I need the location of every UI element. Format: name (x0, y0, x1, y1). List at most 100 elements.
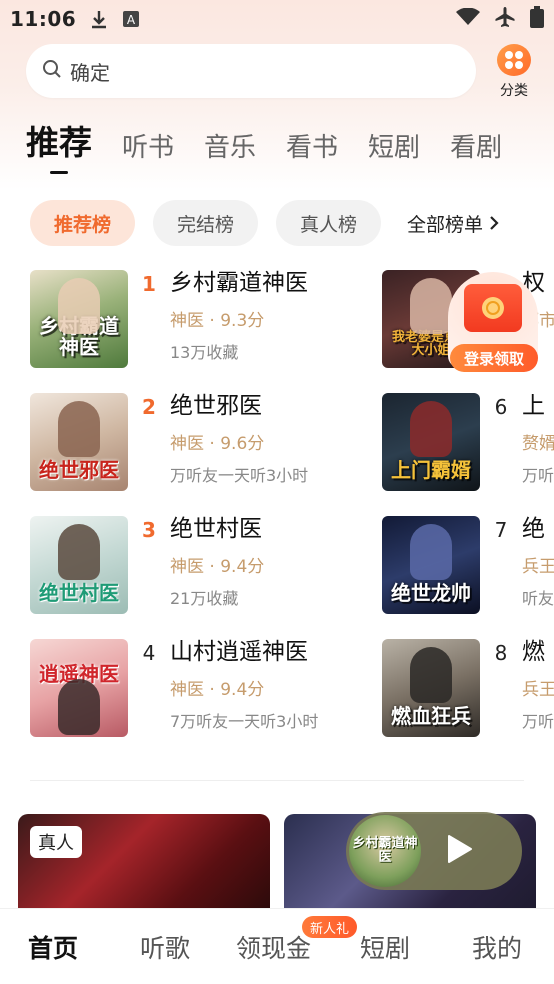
all-rankings-link[interactable]: 全部榜单 (407, 210, 499, 237)
book-meta: 神医 · 9.4分 (170, 556, 265, 577)
now-playing-cover-text: 乡村霸道神医 (352, 836, 418, 865)
cover-title-art: 绝世村医 (39, 581, 119, 605)
status-bar: 11:06 A (0, 0, 554, 38)
book-score: 9.4分 (220, 556, 265, 577)
section-divider (30, 780, 524, 781)
cover-figure (410, 278, 452, 334)
book-title: 绝世村医 (170, 516, 262, 542)
book-title: 山村逍遥神医 (170, 639, 308, 665)
book-cover: 上门霸婿 (382, 393, 480, 491)
category-label: 分类 (500, 83, 528, 99)
book-meta: 神医 · 9.4分 (170, 679, 265, 700)
book-cover: 逍遥神医 (30, 639, 128, 737)
chip-real-voice-rank[interactable]: 真人榜 (276, 200, 382, 246)
rank-number: 1 (142, 272, 156, 296)
search-placeholder: 确定 (70, 60, 110, 85)
bottom-nav: 首页 听歌 领现金 短剧 我的 (0, 908, 554, 984)
book-meta: 神医 · 9.6分 (170, 433, 265, 454)
red-envelope-icon (464, 284, 522, 332)
book-genre: 兵王 (522, 556, 554, 577)
book-item[interactable]: 逍遥神医 4 山村逍遥神医 神医 · 9.4分 7万听友一天听3小时 (30, 639, 370, 739)
book-score: 9.4分 (220, 679, 265, 700)
book-genre: 神医 (170, 310, 204, 331)
book-score: 9.6分 (220, 433, 265, 454)
download-icon (90, 9, 108, 29)
rank-number: 6 (494, 395, 508, 419)
tab-recommend[interactable]: 推荐 (26, 118, 92, 178)
rank-number: 2 (142, 395, 156, 419)
book-item[interactable]: 燃血狂兵 8 燃 兵王 万听 (382, 639, 554, 739)
cover-figure (58, 679, 100, 735)
book-genre: 神医 (170, 556, 204, 577)
tab-drama[interactable]: 看剧 (450, 127, 502, 178)
cover-figure (58, 401, 100, 457)
tab-reading[interactable]: 看书 (286, 127, 338, 178)
nav-cash[interactable]: 领现金 (236, 929, 311, 965)
cover-title-art: 绝世龙帅 (391, 581, 471, 605)
tab-audiobook[interactable]: 听书 (122, 127, 174, 178)
all-rankings-label: 全部榜单 (407, 213, 484, 236)
nav-mine[interactable]: 我的 (472, 929, 522, 965)
search-icon (42, 59, 62, 83)
book-stat: 万听友一天听3小时 (170, 465, 309, 485)
feature-card[interactable]: 真人 (18, 814, 270, 914)
ranking-chips: 推荐榜 完结榜 真人榜 全部榜单 (30, 200, 499, 246)
book-item[interactable]: 乡村霸道神医 1 乡村霸道神医 神医 · 9.3分 13万收藏 (30, 270, 370, 370)
login-claim-button[interactable]: 登录领取 (450, 344, 538, 372)
cover-title-art: 燃血狂兵 (391, 704, 471, 728)
book-cover: 乡村霸道神医 (30, 270, 128, 368)
rank-number: 3 (142, 518, 156, 542)
cover-title-art: 绝世邪医 (39, 458, 119, 482)
book-meta: 赘婿 (522, 429, 554, 454)
book-genre: 兵王 (522, 679, 554, 700)
wifi-icon (456, 7, 480, 31)
nav-music[interactable]: 听歌 (140, 929, 190, 965)
book-title: 绝世邪医 (170, 393, 262, 419)
airplane-icon (494, 6, 516, 33)
content-tabs: 推荐 听书 音乐 看书 短剧 看剧 (26, 118, 554, 178)
battery-icon (530, 5, 544, 33)
category-button[interactable]: 分类 (494, 44, 534, 100)
cover-figure (58, 524, 100, 580)
newcomer-gift-badge: 新人礼 (302, 916, 358, 938)
chip-recommend-rank[interactable]: 推荐榜 (30, 200, 136, 246)
font-app-icon: A (122, 10, 140, 28)
book-meta: 兵王 (522, 675, 554, 700)
book-cover: 燃血狂兵 (382, 639, 480, 737)
nav-short-drama[interactable]: 短剧 (360, 929, 410, 965)
search-bar[interactable]: 确定 (26, 44, 476, 98)
book-genre: 赘婿 (522, 433, 554, 454)
book-item[interactable]: 绝世龙帅 7 绝 兵王 听友 (382, 516, 554, 616)
book-item[interactable]: 绝世邪医 2 绝世邪医 神医 · 9.6分 万听友一天听3小时 (30, 393, 370, 493)
tab-music[interactable]: 音乐 (204, 127, 256, 178)
tab-short-drama[interactable]: 短剧 (368, 127, 420, 178)
book-stat: 万听 (522, 465, 554, 485)
book-cover: 绝世村医 (30, 516, 128, 614)
nav-home[interactable]: 首页 (28, 929, 78, 965)
book-meta: 神医 · 9.3分 (170, 310, 265, 331)
cover-figure (410, 524, 452, 580)
book-stat: 13万收藏 (170, 342, 239, 362)
book-stat: 7万听友一天听3小时 (170, 711, 319, 731)
play-icon[interactable] (447, 834, 473, 868)
book-item[interactable]: 绝世村医 3 绝世村医 神医 · 9.4分 21万收藏 (30, 516, 370, 616)
mini-player[interactable]: 乡村霸道神医 (346, 812, 522, 890)
book-cover: 绝世邪医 (30, 393, 128, 491)
book-cover: 绝世龙帅 (382, 516, 480, 614)
book-stat: 听友 (522, 588, 554, 608)
book-title: 燃 (522, 639, 545, 665)
status-time: 11:06 (10, 7, 77, 31)
book-title: 乡村霸道神医 (170, 270, 308, 296)
chip-completed-rank[interactable]: 完结榜 (153, 200, 259, 246)
book-stat: 万听 (522, 711, 554, 731)
book-score: 9.3分 (220, 310, 265, 331)
cover-figure (410, 647, 452, 703)
chevron-right-icon (489, 215, 499, 231)
rank-number: 4 (142, 641, 156, 665)
cover-figure (58, 278, 100, 334)
cover-figure (410, 401, 452, 457)
book-item[interactable]: 上门霸婿 6 上 赘婿 万听 (382, 393, 554, 493)
login-reward-promo[interactable]: 登录领取 (448, 272, 538, 372)
rank-number: 7 (494, 518, 508, 542)
book-title: 绝 (522, 516, 545, 542)
